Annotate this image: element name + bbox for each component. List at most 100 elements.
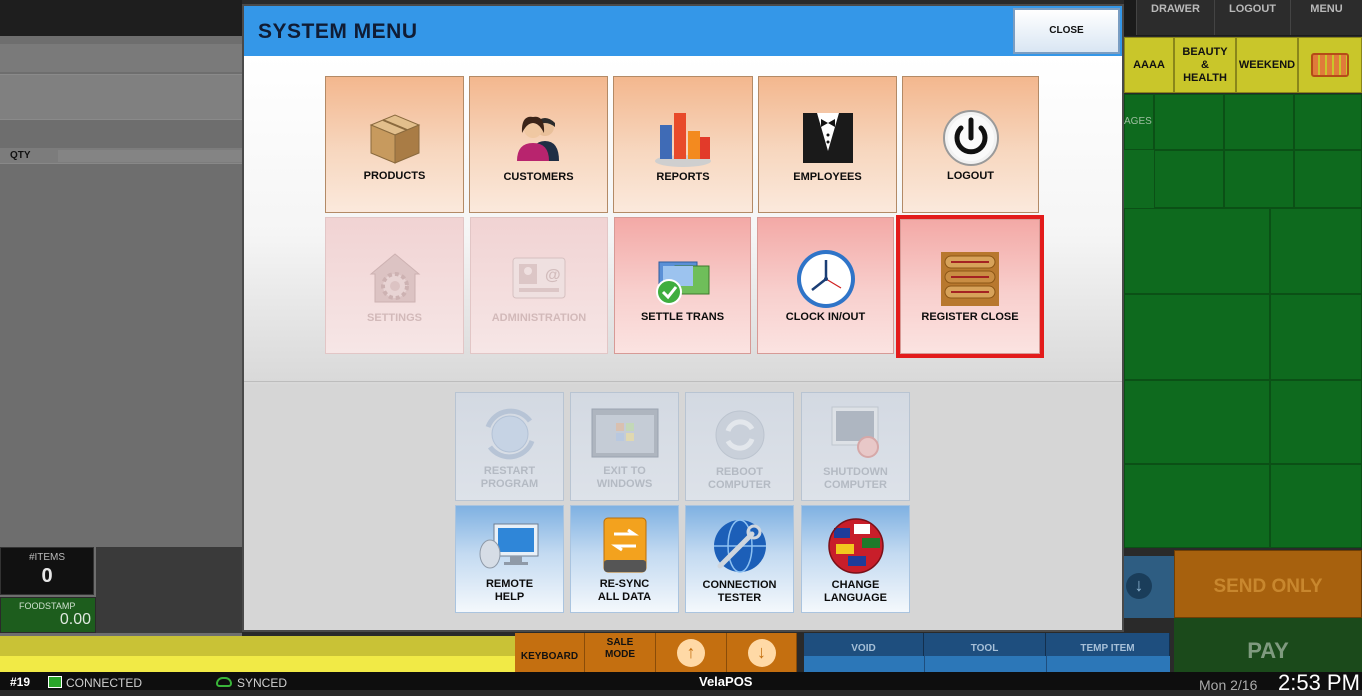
category-beauty-health[interactable]: BEAUTY & HEALTH <box>1174 37 1236 93</box>
drawer-button[interactable]: DRAWER <box>1136 0 1214 35</box>
product-cell[interactable] <box>1124 208 1270 294</box>
globe-wrench-icon <box>713 519 766 573</box>
change-language-tile[interactable]: CHANGE LANGUAGE <box>801 505 910 613</box>
tile-label-line1: RESTART <box>483 465 536 477</box>
clock-icon <box>796 250 855 308</box>
button-strip <box>1047 656 1170 673</box>
product-cell[interactable] <box>1154 94 1224 150</box>
scroll-up-button[interactable]: ↑ <box>656 633 727 673</box>
logout-top-button[interactable]: LOGOUT <box>1214 0 1290 35</box>
exit-to-windows-tile[interactable]: EXIT TO WINDOWS <box>570 392 679 501</box>
foodstamp-box: FOODSTAMP 0.00 <box>0 597 96 633</box>
shutdown-computer-tile[interactable]: SHUTDOWN COMPUTER <box>801 392 910 501</box>
tile-label-line1: REMOTE <box>485 578 534 590</box>
tile-label: SETTINGS <box>366 312 422 324</box>
reboot-icon <box>715 410 764 460</box>
connection-tester-tile[interactable]: CONNECTION TESTER <box>685 505 794 613</box>
bar-chart-icon <box>655 113 711 167</box>
connection-status: CONNECTED <box>66 676 143 690</box>
tile-label-line1: RE-SYNC <box>599 578 650 590</box>
restart-program-tile[interactable]: RESTART PROGRAM <box>455 392 564 501</box>
qty-header-cell <box>58 150 242 162</box>
people-icon <box>516 116 559 161</box>
product-cell[interactable] <box>1124 294 1270 380</box>
settle-trans-tile[interactable]: SETTLE TRANS <box>614 217 751 354</box>
settings-tile[interactable]: SETTINGS <box>325 217 464 354</box>
customers-tile[interactable]: CUSTOMERS <box>469 76 608 213</box>
settle-check-icon <box>655 261 709 305</box>
products-tile[interactable]: PRODUCTS <box>325 76 464 213</box>
product-cell[interactable] <box>1124 380 1270 464</box>
tile-label-line2: TESTER <box>717 592 762 604</box>
tile-label-line1: SHUTDOWN <box>823 466 888 478</box>
foodstamp-label: FOODSTAMP <box>19 601 76 611</box>
product-cell[interactable] <box>1224 94 1294 150</box>
keyboard-toggle[interactable] <box>1298 37 1362 93</box>
status-bar <box>0 672 1362 690</box>
re-sync-all-data-tile[interactable]: RE-SYNC ALL DATA <box>570 505 679 613</box>
tile-label-line1: CHANGE <box>831 579 880 591</box>
remote-monitor-icon <box>479 523 538 569</box>
menu-button[interactable]: MENU <box>1290 0 1362 35</box>
administration-tile[interactable]: @ ADMINISTRATION <box>470 217 608 354</box>
connection-icon <box>48 676 62 688</box>
windows-icon <box>591 408 658 458</box>
flags-globe-icon <box>827 518 884 574</box>
tile-label-line1: REBOOT <box>715 466 764 478</box>
tile-label-line2: LANGUAGE <box>824 592 887 604</box>
product-cell[interactable] <box>1294 150 1362 208</box>
reboot-computer-tile[interactable]: REBOOT COMPUTER <box>685 392 794 501</box>
category-weekend[interactable]: WEEKEND <box>1236 37 1298 93</box>
keyboard-button[interactable]: KEYBOARD <box>515 633 585 673</box>
left-lower-panel <box>96 547 242 633</box>
close-button[interactable]: CLOSE <box>1013 8 1120 54</box>
box-icon <box>369 114 420 164</box>
product-cell[interactable] <box>1294 94 1362 150</box>
category-aaaa[interactable]: AAAA <box>1124 37 1174 93</box>
product-grid <box>1124 94 1362 548</box>
arrow-down-icon: ↓ <box>747 639 776 667</box>
sale-mode-label: SALE MODE <box>605 637 635 660</box>
keyboard-icon <box>1311 53 1349 77</box>
ages-label: AGES <box>1124 116 1152 127</box>
time-label: 2:53 PM <box>1278 670 1360 695</box>
tile-label: ADMINISTRATION <box>491 312 587 324</box>
clock-in-out-tile[interactable]: CLOCK IN/OUT <box>757 217 894 354</box>
tile-label: EMPLOYEES <box>793 171 862 183</box>
scroll-down-button[interactable]: ↓ <box>727 633 797 673</box>
tile-label: CUSTOMERS <box>503 171 574 183</box>
qty-label: QTY <box>10 150 31 161</box>
settings-house-icon <box>369 253 420 303</box>
power-icon <box>942 110 999 166</box>
register-number: #19 <box>10 675 31 689</box>
product-cell[interactable] <box>1270 464 1362 548</box>
tile-label-line2: WINDOWS <box>596 478 653 490</box>
product-cell[interactable] <box>1124 464 1270 548</box>
foodstamp-value: 0.00 <box>59 611 91 628</box>
cloud-icon <box>216 677 232 687</box>
left-band <box>0 44 242 72</box>
system-tiles-panel <box>244 384 1122 630</box>
button-strip <box>925 656 1046 673</box>
admin-card-icon: @ <box>512 257 566 299</box>
product-cell[interactable] <box>1270 380 1362 464</box>
pay-button[interactable]: PAY <box>1174 618 1362 672</box>
sale-mode-button[interactable]: SALE MODE <box>585 633 656 673</box>
reports-tile[interactable]: REPORTS <box>613 76 753 213</box>
tile-label-line2: COMPUTER <box>708 479 771 491</box>
items-value: 0 <box>41 565 53 587</box>
employees-tile[interactable]: EMPLOYEES <box>758 76 897 213</box>
send-only-button[interactable]: SEND ONLY <box>1174 550 1362 618</box>
product-cell[interactable] <box>1224 150 1294 208</box>
product-cell[interactable] <box>1270 294 1362 380</box>
shutdown-monitor-icon <box>831 406 879 458</box>
product-cell[interactable] <box>1154 150 1224 208</box>
remote-help-tile[interactable]: REMOTE HELP <box>455 505 564 613</box>
logout-tile[interactable]: LOGOUT <box>902 76 1039 213</box>
tile-label-line2: COMPUTER <box>824 479 887 491</box>
product-cell[interactable] <box>1270 208 1362 294</box>
tile-label: SETTLE TRANS <box>640 311 725 323</box>
tile-label-line2: ALL DATA <box>597 591 652 603</box>
tile-label-line2: HELP <box>494 591 525 603</box>
items-label: #ITEMS <box>28 552 66 563</box>
